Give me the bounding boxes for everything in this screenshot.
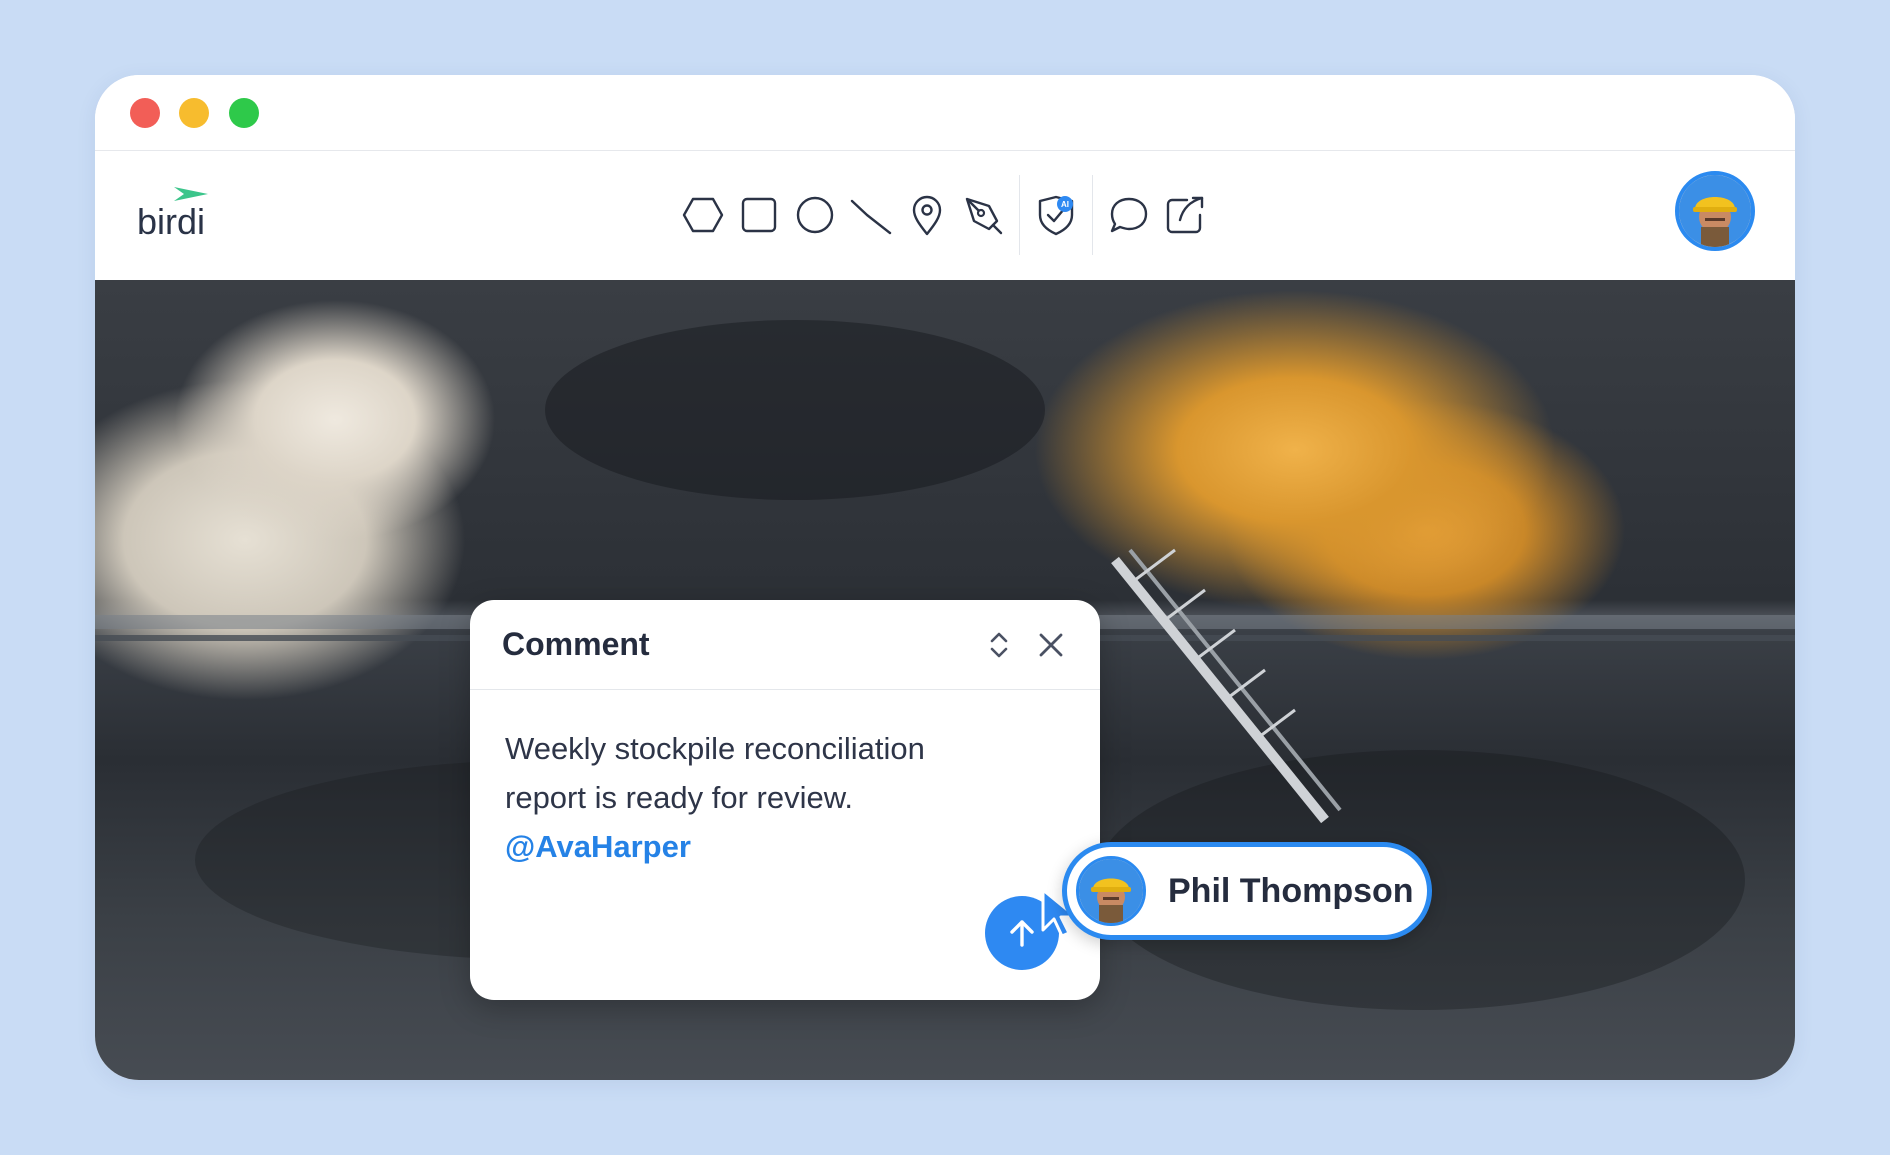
ai-detect-tool[interactable]: AI bbox=[1028, 187, 1084, 243]
rectangle-tool[interactable] bbox=[731, 187, 787, 243]
collaborator-label: Phil Thompson bbox=[1062, 842, 1432, 940]
comment-text-line: report is ready for review. bbox=[505, 780, 854, 815]
toolbar-separator bbox=[1019, 175, 1020, 255]
close-comment-button[interactable] bbox=[1030, 624, 1072, 666]
stacker-crane bbox=[1111, 548, 1342, 824]
line-icon bbox=[850, 199, 892, 235]
share-icon bbox=[1166, 196, 1204, 234]
user-mention[interactable]: @AvaHarper bbox=[505, 822, 1066, 871]
ai-badge: AI bbox=[1061, 200, 1069, 209]
comment-title: Comment bbox=[502, 626, 650, 662]
toolbar: birdi AI bbox=[95, 151, 1795, 280]
app-window: birdi AI Comment Weekly stockpile reconc… bbox=[95, 75, 1795, 1080]
square-icon bbox=[741, 197, 777, 233]
user-avatar[interactable] bbox=[1675, 171, 1755, 251]
comment-popover: Comment Weekly stockpile reconciliation … bbox=[470, 600, 1100, 1000]
terrain-shadow bbox=[545, 320, 1045, 500]
comment-tool[interactable] bbox=[1101, 187, 1157, 243]
polygon-tool[interactable] bbox=[675, 187, 731, 243]
maximize-window-button[interactable] bbox=[229, 98, 259, 128]
comment-text-line: Weekly stockpile reconciliation bbox=[505, 731, 925, 766]
ai-shield-icon: AI bbox=[1038, 195, 1074, 236]
collaborator-avatar bbox=[1076, 856, 1146, 926]
logo-text: birdi bbox=[137, 201, 206, 242]
toolbar-separator bbox=[1092, 175, 1093, 255]
avatar-image bbox=[1079, 859, 1143, 923]
arrow-up-icon bbox=[1010, 920, 1034, 947]
hexagon-icon bbox=[682, 197, 724, 233]
chevron-up-down-icon bbox=[990, 632, 1008, 658]
pin-tool[interactable] bbox=[899, 187, 955, 243]
close-window-button[interactable] bbox=[130, 98, 160, 128]
comment-header: Comment bbox=[470, 600, 1100, 690]
drawing-tools: AI bbox=[675, 175, 1213, 255]
close-icon bbox=[1039, 633, 1063, 657]
expand-collapse-button[interactable] bbox=[978, 624, 1020, 666]
minimize-window-button[interactable] bbox=[179, 98, 209, 128]
collaborator-name: Phil Thompson bbox=[1168, 871, 1414, 910]
share-tool[interactable] bbox=[1157, 187, 1213, 243]
avatar-image bbox=[1679, 175, 1751, 247]
circle-tool[interactable] bbox=[787, 187, 843, 243]
circle-icon bbox=[796, 196, 834, 234]
line-tool[interactable] bbox=[843, 187, 899, 243]
comment-input[interactable]: Weekly stockpile reconciliation report i… bbox=[470, 690, 1100, 871]
map-canvas[interactable]: Comment Weekly stockpile reconciliation … bbox=[95, 280, 1795, 1080]
map-pin-icon bbox=[912, 195, 942, 236]
comment-icon bbox=[1110, 197, 1148, 233]
pen-tool[interactable] bbox=[955, 187, 1011, 243]
title-bar bbox=[95, 75, 1795, 151]
pen-icon bbox=[965, 197, 1003, 235]
birdi-logo[interactable]: birdi bbox=[137, 183, 257, 243]
